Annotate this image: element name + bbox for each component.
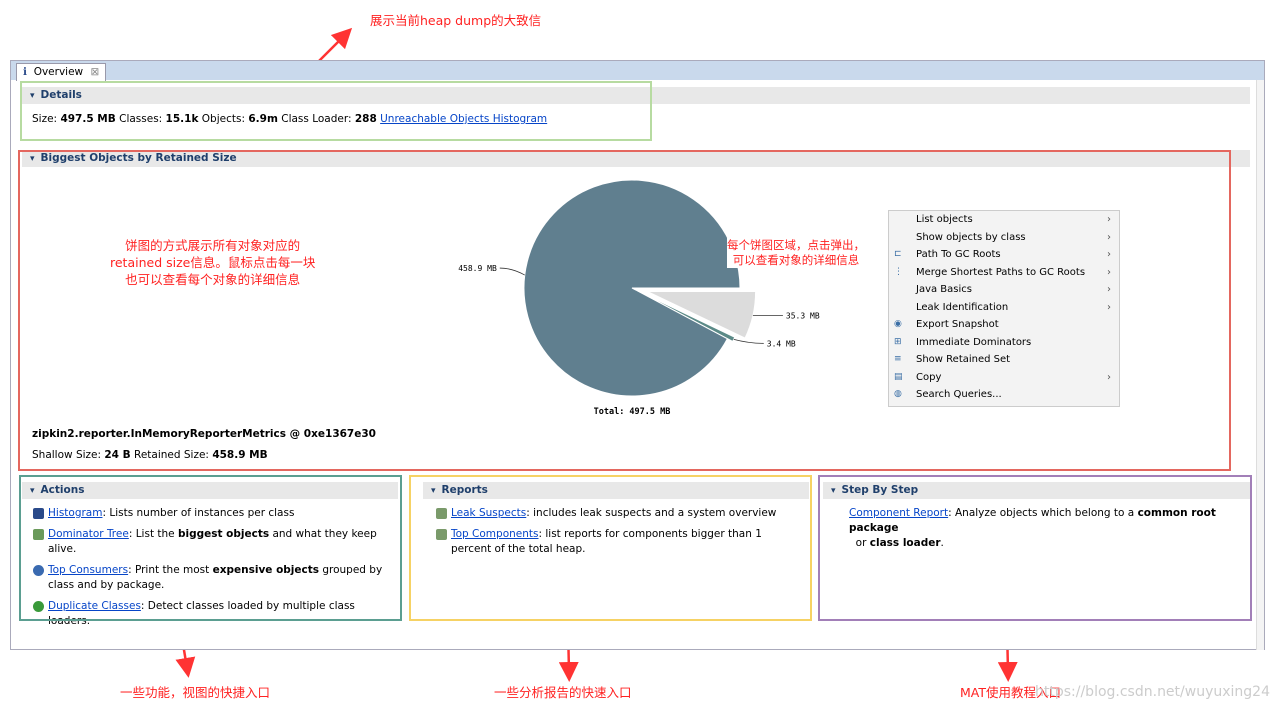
path-icon: ⊏ [894,249,902,259]
menu-item[interactable]: Java Basics › [889,281,1119,299]
tab-bar: i Overview ⊠ [11,61,1264,81]
step-by-step-highlight [818,475,1252,621]
submenu-arrow-icon: › [1107,301,1111,313]
close-icon[interactable]: ⊠ [90,66,99,78]
annotation-pie-click: 每个饼图区域，点击弹出， 可以查看对象的详细信息 [727,238,865,268]
submenu-arrow-icon: › [1107,249,1111,260]
actions-highlight [19,475,402,621]
vertical-scrollbar[interactable] [1256,80,1264,650]
annotation-reports: 一些分析报告的快速入口 [494,685,632,700]
export-icon: ◉ [894,319,902,329]
annotation-pie: 饼图的方式展示所有对象对应的 retained size信息。鼠标点击每一块 也… [110,238,316,287]
tab-overview[interactable]: i Overview ⊠ [16,63,107,81]
details-highlight [20,81,652,141]
copy-icon: ▤ [894,371,903,382]
menu-item[interactable]: ⋮ Merge Shortest Paths to GC Roots › [889,264,1119,282]
submenu-arrow-icon: › [1107,284,1111,295]
menu-item[interactable]: List objects › [889,211,1119,229]
menu-item[interactable]: Show objects by class › [889,229,1119,247]
menu-item[interactable]: Leak Identification › [889,299,1119,317]
submenu-arrow-icon: › [1107,231,1111,243]
menu-item[interactable]: ▤ Copy › [889,369,1119,387]
menu-item[interactable]: ≡ Show Retained Set [889,351,1119,369]
merge-paths-icon: ⋮ [894,266,903,277]
submenu-arrow-icon: › [1107,371,1111,383]
search-queries-icon: ◍ [894,389,902,399]
annotation-actions: 一些功能，视图的快捷入口 [120,685,271,700]
menu-item[interactable]: ⊞ Immediate Dominators [889,334,1119,352]
menu-item[interactable]: ◍ Search Queries... [889,386,1119,404]
menu-item[interactable]: ⊏ Path To GC Roots › [889,246,1119,264]
watermark: https://blog.csdn.net/wuyuxing24 [1035,684,1270,700]
submenu-arrow-icon: › [1107,214,1111,225]
info-icon: i [23,66,27,78]
context-menu: List objects › Show objects by class › ⊏ Path… [888,210,1120,407]
reports-highlight [409,475,812,621]
dominators-icon: ⊞ [894,336,902,347]
retained-set-icon: ≡ [894,354,902,364]
menu-item[interactable]: ◉ Export Snapshot [889,316,1119,334]
submenu-arrow-icon: › [1107,266,1111,278]
